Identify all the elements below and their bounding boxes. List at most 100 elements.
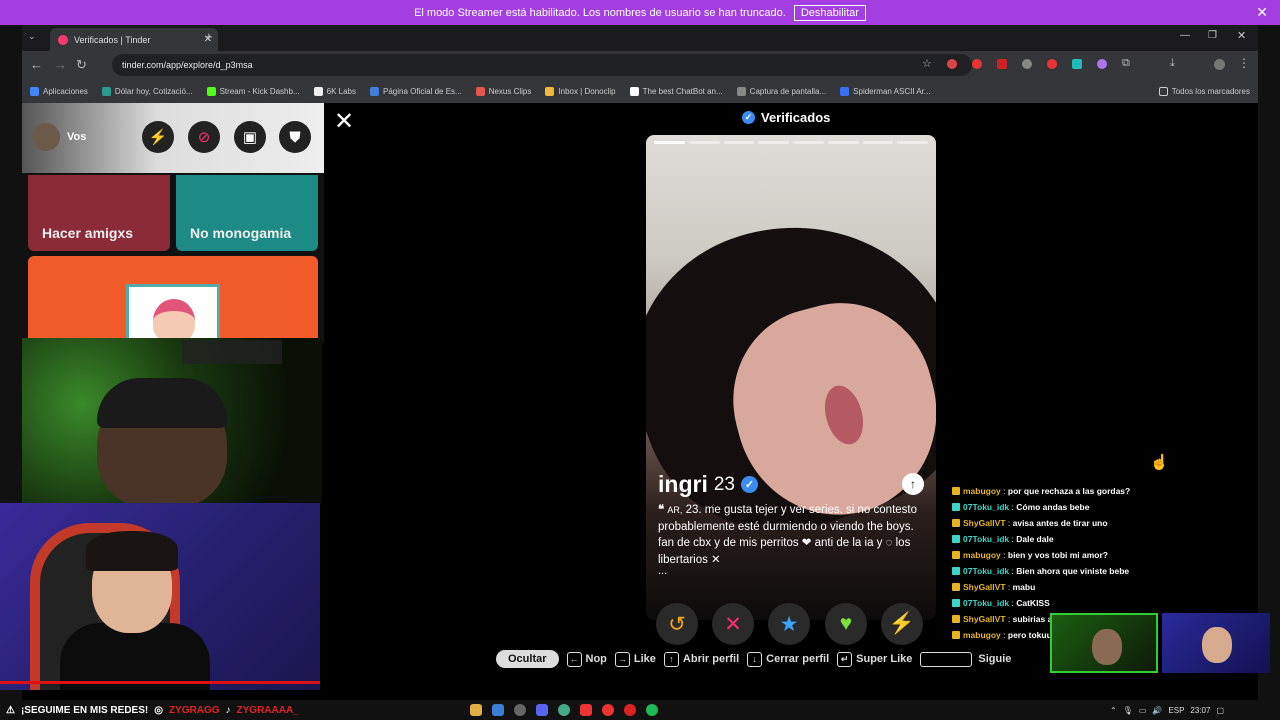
brave-icon[interactable] — [580, 704, 592, 716]
chat-username[interactable]: 07Toku_idk — [963, 534, 1009, 544]
mini-webcam-1 — [1050, 613, 1158, 673]
extension-icon[interactable] — [1047, 59, 1057, 69]
chat-username[interactable]: mabugoy — [963, 630, 1001, 640]
bookmark-item[interactable]: Aplicaciones — [30, 86, 88, 96]
forward-icon[interactable]: → — [54, 57, 67, 72]
back-icon[interactable]: ← — [30, 57, 43, 72]
hide-hints-button[interactable]: Ocultar — [496, 650, 559, 668]
arrow-left-key-icon: ← — [566, 651, 582, 667]
chat-username[interactable]: ShyGallVT — [963, 614, 1006, 624]
spotify-icon[interactable] — [646, 704, 658, 716]
profile-age: 23 — [713, 473, 735, 495]
bookmark-item[interactable]: Nexus Clips — [475, 86, 531, 96]
boost-button[interactable]: ⚡ — [881, 603, 923, 645]
bookmark-item[interactable]: Spiderman ASCII Ar... — [840, 86, 931, 96]
chat-username[interactable]: mabugoy — [963, 550, 1001, 560]
bookmark-item[interactable]: 6K Labs — [313, 86, 356, 96]
chat-badge-icon — [952, 519, 960, 527]
notifications-icon[interactable]: ▢ — [1216, 706, 1224, 715]
youtube-icon[interactable] — [602, 704, 614, 716]
disable-streamer-button[interactable]: Deshabilitar — [793, 4, 866, 21]
reload-icon[interactable]: ↻ — [76, 57, 87, 73]
window-close-icon[interactable]: ✕ — [1237, 29, 1246, 42]
all-bookmarks-folder[interactable]: Todos los marcadores — [1158, 86, 1250, 96]
bookmark-star-icon[interactable]: ☆ — [922, 57, 932, 70]
chat-text: Cómo andas bebe — [1016, 502, 1090, 512]
boost-icon[interactable]: ⚡ — [142, 121, 174, 153]
open-profile-arrow-icon[interactable]: ↑ — [902, 473, 924, 495]
chat-text: avisa antes de tirar uno — [1012, 518, 1108, 528]
extension-icon[interactable] — [972, 59, 982, 69]
maximize-icon[interactable]: ❐ — [1208, 30, 1217, 41]
minimize-icon[interactable]: — — [1180, 30, 1190, 41]
chat-message: mabugoy : por que rechaza a las gordas? — [952, 483, 1258, 499]
photo-progress-bars — [654, 141, 928, 144]
new-tab-icon[interactable]: + — [205, 29, 213, 44]
chat-username[interactable]: 07Toku_idk — [963, 502, 1009, 512]
chat-message: ShyGallVT : mabu — [952, 579, 1258, 595]
rewind-button[interactable]: ↺ — [656, 603, 698, 645]
bookmark-item[interactable]: Inbox | Donoclip — [545, 86, 616, 96]
keyboard-hints: Ocultar ← Nop → Like ↑ Abrir perfil ↓ Cerrar… — [496, 648, 1011, 670]
arrow-up-key-icon: ↑ — [663, 651, 679, 667]
extension-icon[interactable] — [1097, 59, 1107, 69]
close-icon[interactable]: ✕ — [1256, 4, 1268, 21]
follow-text: ¡SEGUIME EN MIS REDES! — [20, 704, 149, 716]
explore-card-friends[interactable]: Hacer amigxs — [28, 175, 170, 251]
profile-card[interactable]: ingri 23 ✓ ↑ ❝ AR, 23. me gusta tejer y … — [646, 135, 936, 620]
bookmark-item[interactable]: Stream - Kick Dashb... — [206, 86, 300, 96]
profile-more[interactable]: ... — [658, 565, 667, 577]
briefcase-icon[interactable]: ▣ — [234, 121, 266, 153]
shield-icon[interactable]: ⛊ — [279, 121, 311, 153]
language-indicator[interactable]: ESP — [1168, 706, 1184, 715]
bookmark-item[interactable]: Dólar hoy, Cotizació... — [101, 86, 193, 96]
volume-icon[interactable]: 🔊 — [1152, 706, 1162, 715]
explore-icon[interactable]: ⊘ — [188, 121, 220, 153]
extension-icon[interactable] — [1022, 59, 1032, 69]
like-button[interactable]: ♥ — [825, 603, 867, 645]
extension-icon[interactable] — [997, 59, 1007, 69]
extensions-puzzle-icon[interactable]: ⧉ — [1122, 57, 1130, 70]
folder-icon[interactable] — [470, 704, 482, 716]
tiktok-handle: ZYGRAAAA_ — [236, 704, 299, 716]
chat-username[interactable]: 07Toku_idk — [963, 566, 1009, 576]
app-icon[interactable] — [514, 704, 526, 716]
extension-icon[interactable] — [1072, 59, 1082, 69]
tab-list-icon[interactable]: ⌄ — [28, 31, 36, 42]
tab-bar: ⌄ Verificados | Tinder ✕ + — ❐ ✕ — [22, 25, 1258, 51]
network-icon[interactable]: ▭ — [1139, 706, 1147, 715]
chrome-icon[interactable] — [558, 704, 570, 716]
clock[interactable]: 23:07 — [1190, 706, 1210, 715]
bookmark-item[interactable]: The best ChatBot an... — [629, 86, 723, 96]
chat-username[interactable]: ShyGallVT — [963, 518, 1006, 528]
bookmark-item[interactable]: Página Oficial de Es... — [369, 86, 462, 96]
chat-username[interactable]: ShyGallVT — [963, 582, 1006, 592]
chat-badge-icon — [952, 551, 960, 559]
avatar[interactable] — [32, 123, 60, 151]
chat-text: CatKISS — [1016, 598, 1050, 608]
steam-icon[interactable] — [492, 704, 504, 716]
bookmark-item[interactable]: Captura de pantalla... — [736, 86, 826, 96]
explore-card-promo[interactable] — [28, 256, 318, 343]
profile-avatar-icon[interactable] — [1214, 59, 1225, 70]
address-bar-row: ← → ↻ tinder.com/app/explore/d_p3msa ☆ ⧉… — [22, 51, 1258, 79]
extension-icon[interactable] — [947, 59, 957, 69]
super-like-button[interactable]: ★ — [768, 603, 810, 645]
url-bar[interactable]: tinder.com/app/explore/d_p3msa — [112, 54, 972, 76]
arrow-right-key-icon: → — [614, 651, 630, 667]
tab-tinder[interactable]: Verificados | Tinder ✕ — [50, 28, 218, 51]
chat-username[interactable]: mabugoy — [963, 486, 1001, 496]
chat-username[interactable]: 07Toku_idk — [963, 598, 1009, 608]
webcam-streamer — [0, 503, 320, 690]
explore-card-non-monogamy[interactable]: No monogamia — [176, 175, 318, 251]
download-icon[interactable]: ⤓ — [1170, 57, 1175, 70]
menu-dots-icon[interactable]: ⋮ — [1238, 56, 1250, 70]
user-name[interactable]: Vos — [67, 131, 86, 143]
discord-icon[interactable] — [536, 704, 548, 716]
chevron-up-icon[interactable]: ⌃ — [1110, 706, 1117, 715]
app-icon[interactable] — [624, 704, 636, 716]
close-icon[interactable]: ✕ — [334, 107, 354, 136]
chat-badge-icon — [952, 487, 960, 495]
nope-button[interactable]: ✕ — [712, 603, 754, 645]
mic-icon[interactable]: 🎙 — [1123, 706, 1133, 715]
